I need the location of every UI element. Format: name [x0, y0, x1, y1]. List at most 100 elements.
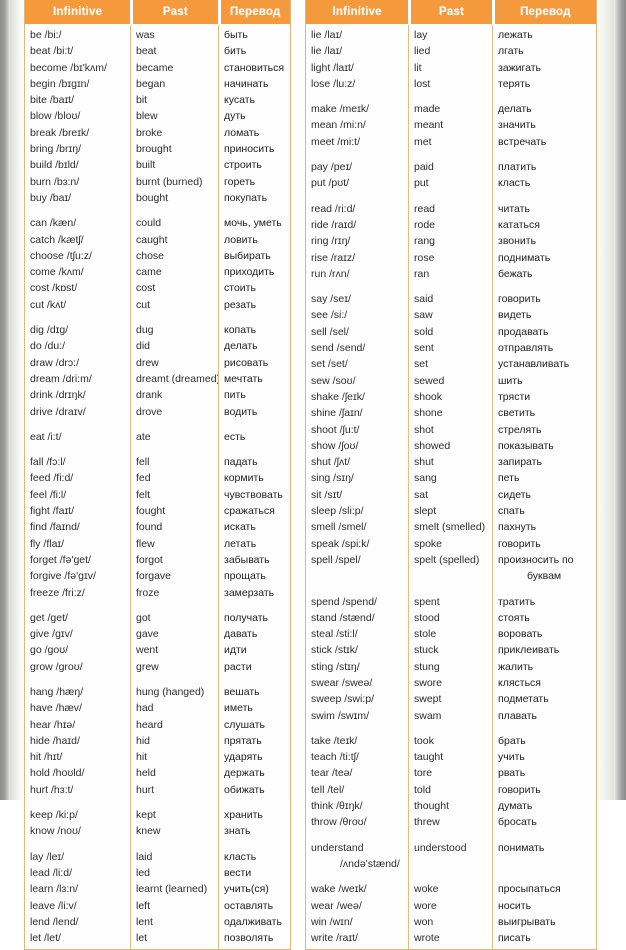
- column-past: lay lied lit lost made meant met paid put read rod…: [409, 25, 493, 950]
- cell-infinitive: win /wɪn/: [311, 915, 353, 928]
- cell-past: shook: [414, 390, 443, 403]
- cell-past: stood: [414, 611, 440, 624]
- cell-ru: мочь, уметь: [224, 217, 282, 230]
- verb-table-right: Infinitive Past Перевод lie /laɪ/lie /laɪ/l…: [305, 0, 597, 950]
- cell-past: showed: [414, 439, 451, 452]
- cell-ru: рвать: [498, 767, 526, 780]
- cell-ru: устанавливать: [498, 358, 570, 371]
- cell-past: stuck: [414, 644, 439, 657]
- cell-past: tore: [414, 767, 433, 780]
- cell-ru: прощать: [224, 570, 266, 583]
- cell-infinitive: shine /ʃaɪn/: [311, 407, 363, 420]
- cell-ru: показывать: [498, 439, 554, 452]
- cell-past: fed: [136, 472, 151, 485]
- cell-infinitive: send /send/: [311, 342, 366, 355]
- cell-infinitive: bring /brɪŋ/: [30, 143, 82, 156]
- cell-ru: оставлять: [224, 899, 274, 912]
- cell-infinitive: fall /fɔ:l/: [30, 456, 66, 469]
- cell-ru: вешать: [224, 685, 260, 698]
- cell-past: swept: [414, 693, 442, 706]
- cell-ru: писать: [498, 932, 531, 945]
- cell-ru: искать: [224, 521, 256, 534]
- cell-infinitive: meet /mi:t/: [311, 135, 361, 148]
- cell-infinitive: sew /soʊ/: [311, 374, 356, 387]
- cell-past: heard: [136, 718, 163, 731]
- cell-past: drank: [136, 389, 163, 402]
- cell-ru: продавать: [498, 325, 549, 338]
- cell-ru: брать: [498, 734, 526, 747]
- cell-ru: класть: [498, 177, 531, 190]
- book-spine-shadow-left: [0, 0, 10, 800]
- cell-past: won: [414, 915, 434, 928]
- cell-past: found: [136, 521, 163, 534]
- cell-infinitive: freeze /fri:z/: [30, 586, 85, 599]
- cell-infinitive: blow /bloʊ/: [30, 110, 81, 123]
- cell-ru: пить: [224, 389, 246, 402]
- cell-infinitive: shut /ʃʌt/: [311, 456, 351, 469]
- cell-ru: кататься: [498, 218, 540, 231]
- cell-ru: трясти: [498, 390, 531, 403]
- cell-past: hung (hanged): [136, 685, 205, 698]
- cell-infinitive: shoot /ʃu:t/: [311, 423, 360, 436]
- cell-infinitive: forgive /fə'gɪv/: [30, 570, 96, 583]
- cell-past: became: [136, 61, 174, 74]
- cell-past: saw: [414, 309, 433, 322]
- cell-ru: платить: [498, 161, 537, 174]
- cell-past: fell: [136, 456, 150, 469]
- cell-infinitive: cut /kʌt/: [30, 298, 67, 311]
- cell-infinitive: dig /dɪg/: [30, 324, 69, 337]
- cell-ru: копать: [224, 324, 257, 337]
- cell-ru: становиться: [224, 61, 285, 74]
- cell-past: beat: [136, 45, 157, 58]
- cell-past: sewed: [414, 374, 445, 387]
- header-past: Past: [133, 0, 218, 24]
- cell-past: cost: [136, 282, 156, 295]
- cell-ru: рисовать: [224, 356, 269, 369]
- cell-ru: отправлять: [498, 342, 554, 355]
- cell-infinitive: stand /stænd/: [311, 611, 375, 624]
- cell-infinitive: buy /baɪ/: [30, 191, 72, 204]
- verb-table-left: Infinitive Past Перевод be /bi:/ beat /bi:t/…: [24, 0, 291, 950]
- cell-past: made: [414, 103, 441, 116]
- cell-infinitive: hide /haɪd/: [30, 734, 80, 747]
- cell-past: shut: [414, 456, 434, 469]
- cell-infinitive: beat /bi:t/: [30, 45, 74, 58]
- cell-ru: знать: [224, 825, 251, 838]
- cell-past: set: [414, 358, 429, 371]
- cell-infinitive: smell /smel/: [311, 521, 367, 534]
- cell-infinitive: ride /raɪd/: [311, 218, 357, 231]
- cell-infinitive: learn /lɜ:n/: [30, 883, 79, 896]
- cell-past: paid: [414, 161, 434, 174]
- cell-ru: думать: [498, 800, 533, 813]
- table-body: lie /laɪ/lie /laɪ/light /laɪt/lose /lu:z…: [306, 25, 596, 950]
- cell-ru: светить: [498, 407, 536, 420]
- cell-ru: иметь: [224, 702, 253, 715]
- cell-ru: поднимать: [498, 251, 551, 264]
- cell-ru: прятать: [224, 734, 262, 747]
- cell-infinitive: show /ʃoʊ/: [311, 439, 359, 452]
- cell-infinitive: can /kæn/: [30, 217, 77, 230]
- cell-infinitive: lead /li:d/: [30, 866, 73, 879]
- cell-ru: кусать: [224, 94, 255, 107]
- cell-infinitive: /ʌndə'stænd/: [340, 857, 400, 870]
- cell-ru: подметать: [498, 693, 549, 706]
- cell-ru: видеть: [498, 309, 532, 322]
- cell-past: [409, 856, 492, 872]
- cell-ru: значить: [498, 119, 536, 132]
- cell-ru: держать: [224, 767, 265, 780]
- cell-infinitive: draw /drɔ:/: [30, 356, 80, 369]
- cell-past: woke: [414, 883, 439, 896]
- cell-infinitive: lend /lend/: [30, 915, 79, 928]
- table-header-row: Infinitive Past Перевод: [25, 0, 290, 24]
- cell-ru: резать: [224, 298, 257, 311]
